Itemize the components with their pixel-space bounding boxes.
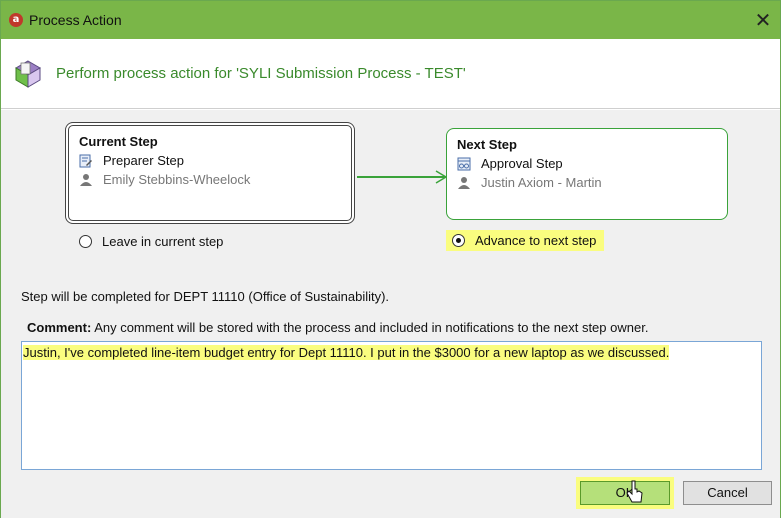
leave-in-step-option[interactable]: Leave in current step: [79, 234, 223, 249]
comment-textarea[interactable]: Justin, I've completed line-item budget …: [21, 341, 762, 470]
current-step-person: Emily Stebbins-Wheelock: [103, 172, 251, 187]
form-edit-icon: [79, 154, 92, 167]
current-step-title: Current Step: [79, 134, 158, 149]
person-icon: [458, 176, 470, 189]
advance-step-label: Advance to next step: [475, 233, 597, 248]
advance-step-option[interactable]: Advance to next step: [446, 230, 605, 251]
person-icon: [80, 173, 92, 186]
current-step-name: Preparer Step: [103, 153, 184, 168]
comment-text: Justin, I've completed line-item budget …: [23, 345, 670, 360]
cancel-button[interactable]: Cancel: [683, 481, 772, 505]
comment-hint: Any comment will be stored with the proc…: [94, 320, 649, 335]
step-connector-line: [357, 176, 445, 178]
next-step-card: Next Step Approval Step Justin Axiom - M…: [446, 128, 728, 220]
process-action-icon: [15, 60, 41, 88]
next-step-name-row: Approval Step: [457, 156, 717, 171]
title-bar: a Process Action ✕: [1, 1, 780, 39]
process-action-dialog: a Process Action ✕ Perform process actio…: [0, 0, 781, 518]
current-step-person-row: Emily Stebbins-Wheelock: [79, 172, 341, 187]
app-logo-icon: a: [9, 13, 23, 27]
approval-form-icon: [457, 157, 471, 170]
leave-in-step-radio[interactable]: [79, 235, 92, 248]
header-title: Perform process action for 'SYLI Submiss…: [56, 65, 466, 82]
next-step-person: Justin Axiom - Martin: [481, 175, 602, 190]
leave-in-step-label: Leave in current step: [102, 234, 224, 249]
advance-step-radio[interactable]: [452, 234, 465, 247]
next-step-title: Next Step: [457, 137, 517, 152]
close-button[interactable]: ✕: [750, 7, 776, 33]
comment-label: Comment:: [27, 320, 92, 335]
current-step-name-row: Preparer Step: [79, 153, 341, 168]
ok-button[interactable]: OK: [576, 477, 674, 509]
next-step-name: Approval Step: [481, 156, 563, 171]
comment-label-row: Comment: Any comment will be stored with…: [27, 320, 648, 335]
window-title: Process Action: [29, 12, 122, 28]
next-step-person-row: Justin Axiom - Martin: [457, 175, 717, 190]
dialog-body: Current Step Preparer Step Emily Stebbin…: [1, 110, 780, 518]
completion-note: Step will be completed for DEPT 11110 (O…: [21, 289, 390, 304]
dialog-header: Perform process action for 'SYLI Submiss…: [1, 39, 780, 109]
current-step-card: Current Step Preparer Step Emily Stebbin…: [65, 122, 355, 224]
